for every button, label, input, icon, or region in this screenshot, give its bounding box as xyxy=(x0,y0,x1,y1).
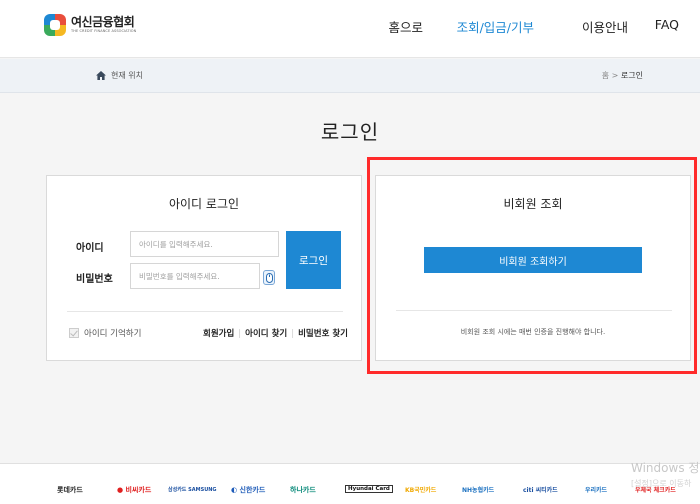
brand-hyundai[interactable]: Hyundai Card xyxy=(345,485,393,493)
brand-hana[interactable]: 하나카드 xyxy=(290,485,316,495)
breadcrumb-path: 홈 > 로그인 xyxy=(602,70,643,81)
brand-kb[interactable]: KB국민카드 xyxy=(405,485,436,494)
logo-subtitle: THE CREDIT FINANCE ASSOCIATION xyxy=(71,29,137,33)
site-logo[interactable]: 여신금융협회 THE CREDIT FINANCE ASSOCIATION xyxy=(44,14,136,36)
windows-watermark: Windows 정 xyxy=(631,461,700,475)
id-login-title: 아이디 로그인 xyxy=(168,197,240,211)
id-input[interactable] xyxy=(130,231,279,257)
nonmember-notice: 비회원 조회 시에는 매번 인증을 진행해야 합니다. xyxy=(460,328,606,336)
divider xyxy=(67,311,343,312)
brand-nh[interactable]: NH농협카드 xyxy=(462,485,494,494)
password-input[interactable] xyxy=(130,263,260,289)
site-header: 여신금융협회 THE CREDIT FINANCE ASSOCIATION 홈으… xyxy=(0,0,700,58)
virtual-keyboard-button[interactable] xyxy=(263,270,275,285)
login-button[interactable]: 로그인 xyxy=(286,231,341,289)
card-brand-footer: 롯데카드 ● 비씨카드 삼성카드 SAMSUNG ◐ 신한카드 하나카드 Hyu… xyxy=(0,464,700,504)
brand-lotte[interactable]: 롯데카드 xyxy=(57,485,83,495)
nonmember-card: 비회원 조회 비회원 조회하기 비회원 조회 시에는 매번 인증을 진행해야 합… xyxy=(375,175,691,361)
remember-id[interactable]: 아이디 기억하기 xyxy=(69,327,141,339)
account-links: 회원가입 | 아이디 찾기 | 비밀번호 찾기 xyxy=(203,329,348,339)
brand-samsung[interactable]: 삼성카드 SAMSUNG xyxy=(168,486,217,493)
home-icon xyxy=(96,71,106,80)
nav-faq[interactable]: FAQ xyxy=(655,17,679,32)
find-password-link[interactable]: 비밀번호 찾기 xyxy=(298,329,348,339)
breadcrumb-label: 현재 위치 xyxy=(111,71,143,80)
mouse-icon xyxy=(266,273,273,283)
nav-guide[interactable]: 이용안내 xyxy=(582,17,628,36)
signup-link[interactable]: 회원가입 xyxy=(203,329,234,339)
divider xyxy=(396,310,672,311)
breadcrumb-home[interactable]: 홈 xyxy=(602,71,609,80)
password-label: 비밀번호 xyxy=(76,274,113,285)
page-title: 로그인 xyxy=(320,120,380,144)
breadcrumb-current: 로그인 xyxy=(620,71,643,80)
remember-label: 아이디 기억하기 xyxy=(84,329,142,339)
brand-citi[interactable]: citi 씨티카드 xyxy=(523,485,558,494)
id-label: 아이디 xyxy=(76,243,104,254)
breadcrumb-separator: > xyxy=(611,71,619,80)
nav-home[interactable]: 홈으로 xyxy=(388,17,423,36)
brand-bc[interactable]: ● 비씨카드 xyxy=(117,485,151,495)
id-login-card: 아이디 로그인 아이디 비밀번호 로그인 아이디 기억하기 회원가입|아이디 찾… xyxy=(46,175,362,361)
brand-shinhan[interactable]: ◐ 신한카드 xyxy=(231,485,265,495)
breadcrumb: 현재 위치 홈 > 로그인 xyxy=(0,59,700,93)
brand-woori[interactable]: 우리카드 xyxy=(585,485,607,494)
remember-checkbox[interactable] xyxy=(69,328,79,338)
logo-title: 여신금융협회 xyxy=(71,15,135,29)
nav-inquiry[interactable]: 조회/입금/기부 xyxy=(457,17,534,36)
logo-mark-icon xyxy=(44,14,66,36)
nonmember-title: 비회원 조회 xyxy=(503,197,563,211)
nonmember-inquiry-button[interactable]: 비회원 조회하기 xyxy=(424,247,642,273)
windows-watermark-sub: [설정]으로 이동하 xyxy=(631,479,692,488)
find-id-link[interactable]: 아이디 찾기 xyxy=(245,329,287,339)
